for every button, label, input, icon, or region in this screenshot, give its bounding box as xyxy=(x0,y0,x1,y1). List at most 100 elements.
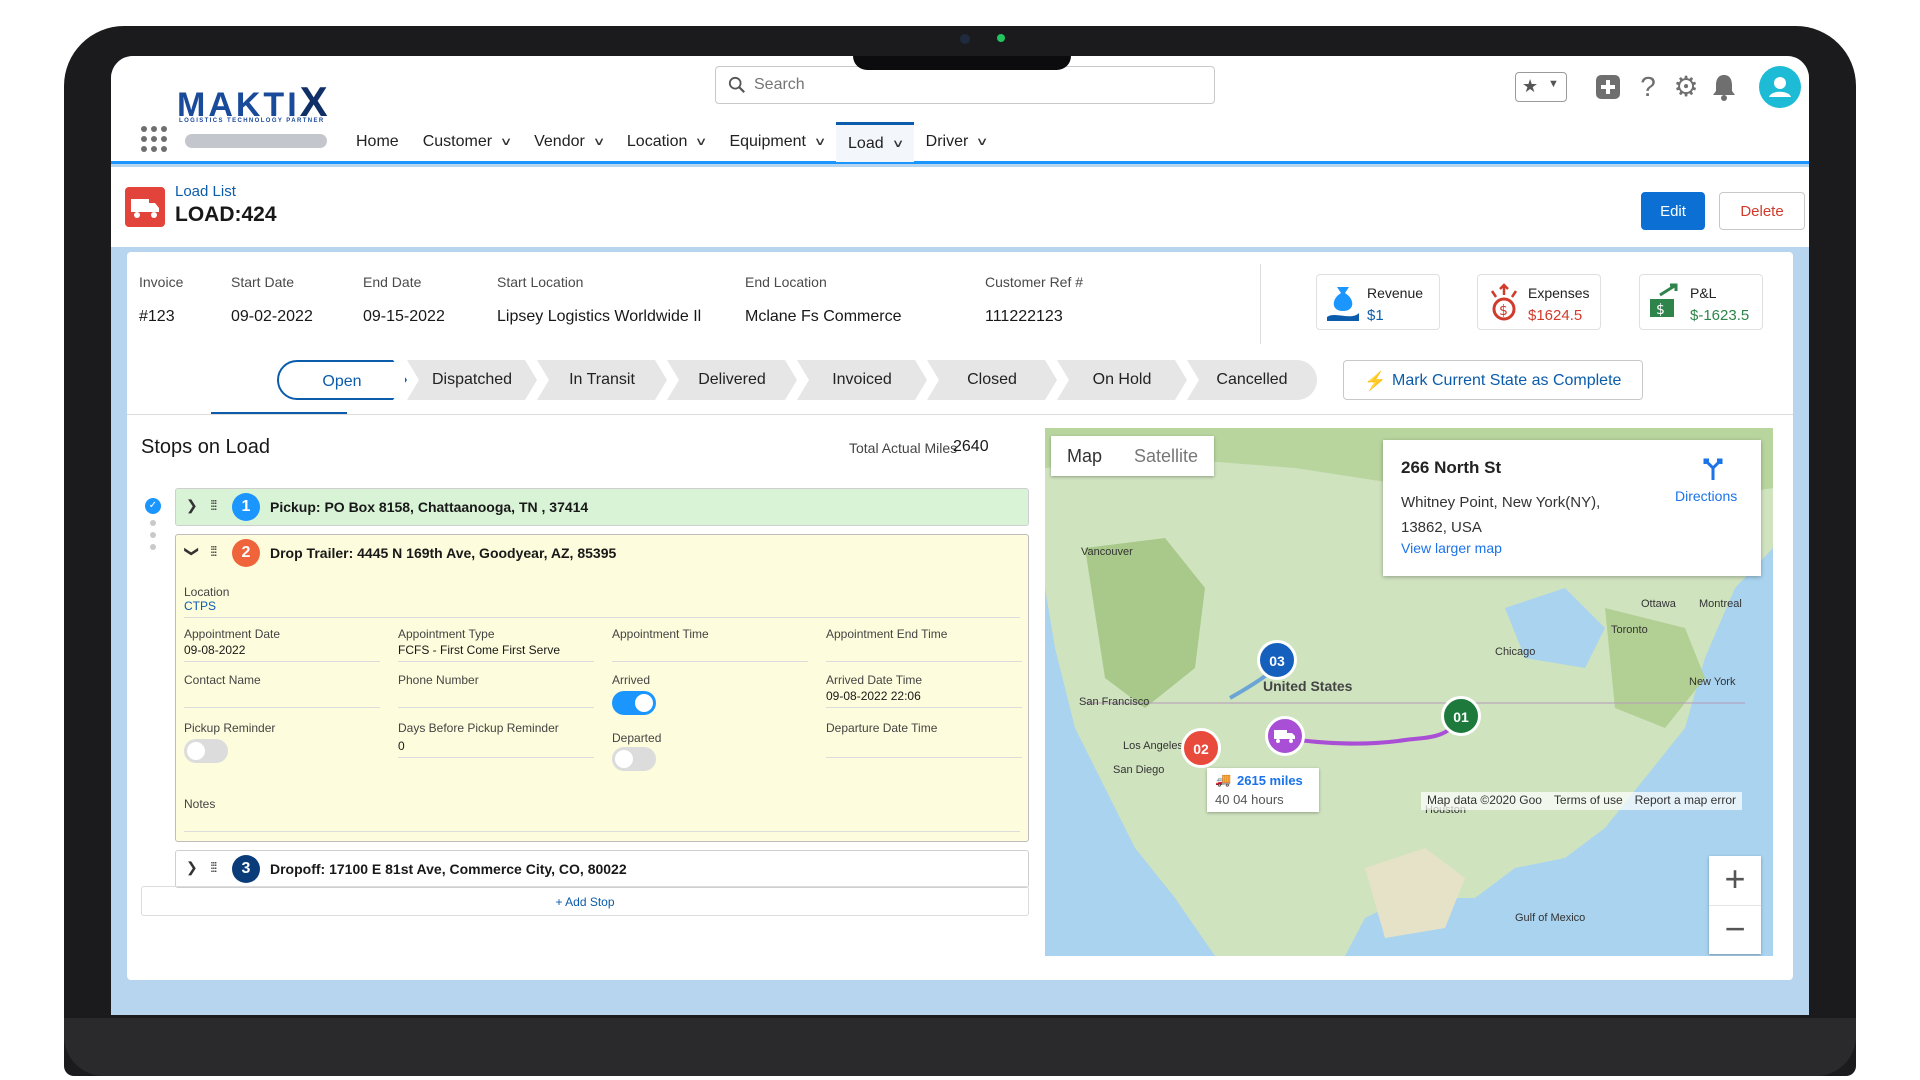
path-step-dispatched[interactable]: Dispatched xyxy=(407,360,537,400)
chevron-down-icon[interactable]: ∨ xyxy=(695,121,708,163)
departed-toggle[interactable] xyxy=(612,747,656,771)
kpi-revenue[interactable]: Revenue $1 xyxy=(1316,274,1440,330)
map-marker-02[interactable]: 02 xyxy=(1181,728,1221,768)
gear-icon[interactable]: ⚙ xyxy=(1669,70,1703,104)
map-label: Toronto xyxy=(1611,624,1648,636)
avatar-icon[interactable] xyxy=(1759,66,1801,108)
path-step-invoiced[interactable]: Invoiced xyxy=(797,360,927,400)
chevron-down-icon: ▼ xyxy=(1548,78,1559,90)
map-label: United States xyxy=(1263,678,1353,694)
field-value: FCFS - First Come First Serve xyxy=(398,643,561,657)
chevron-down-icon[interactable]: ❯ xyxy=(183,546,200,558)
field-label: Days Before Pickup Reminder xyxy=(398,721,559,735)
delete-button[interactable]: Delete xyxy=(1719,192,1805,230)
expense-dollar-icon: $ xyxy=(1490,283,1518,321)
chevron-right-icon[interactable]: ❯ xyxy=(186,859,198,876)
nav-label: Home xyxy=(356,133,399,150)
terms-link[interactable]: Terms of use xyxy=(1554,793,1623,809)
chevron-right-icon[interactable]: ❯ xyxy=(186,497,198,514)
bell-icon[interactable] xyxy=(1707,70,1741,104)
nav-label: Location xyxy=(626,133,688,150)
map-info-popup: 266 North St Whitney Point, New York(NY)… xyxy=(1383,440,1761,576)
directions-icon[interactable] xyxy=(1699,454,1727,482)
chevron-down-icon[interactable]: ∨ xyxy=(500,121,513,163)
mark-complete-button[interactable]: ⚡ Mark Current State as Complete xyxy=(1343,360,1643,400)
map-label: Ottawa xyxy=(1641,598,1676,610)
chevron-down-icon[interactable]: ∨ xyxy=(891,123,904,165)
divider xyxy=(184,617,1020,618)
field-label: Start Location xyxy=(497,274,584,290)
screen-notch xyxy=(853,56,1071,70)
svg-text:$: $ xyxy=(1499,303,1508,319)
map-tab-map[interactable]: Map xyxy=(1051,436,1118,476)
drag-handle-icon[interactable]: ⁞⁞⁞ xyxy=(210,543,218,559)
path-step-closed[interactable]: Closed xyxy=(927,360,1057,400)
location-link[interactable]: CTPS xyxy=(184,599,216,613)
main-nav: Home Customer ∨ Vendor ∨ Location ∨ Equipme… xyxy=(344,122,998,162)
nav-customer[interactable]: Customer ∨ xyxy=(411,122,522,162)
drag-handle-icon[interactable]: ⁞⁞⁞ xyxy=(210,497,218,513)
add-stop-button[interactable]: + Add Stop xyxy=(141,886,1029,916)
global-search[interactable] xyxy=(715,66,1215,104)
map-marker-01[interactable]: 01 xyxy=(1441,696,1481,736)
route-map[interactable]: Map Satellite Vancouver United States Sa… xyxy=(1045,428,1773,956)
map-marker-03[interactable]: 03 xyxy=(1257,640,1297,680)
nav-equipment[interactable]: Equipment ∨ xyxy=(717,122,836,162)
zoom-out-button[interactable]: − xyxy=(1709,905,1761,954)
stop-row[interactable]: ❯ ⁞⁞⁞ 3 Dropoff: 17100 E 81st Ave, Comme… xyxy=(175,850,1029,888)
report-error-link[interactable]: Report a map error xyxy=(1635,793,1736,809)
arrived-toggle[interactable] xyxy=(612,691,656,715)
field-value[interactable]: 0 xyxy=(398,739,405,753)
field-customer-ref: Customer Ref # 111222123 xyxy=(985,274,1205,326)
nav-load[interactable]: Load ∨ xyxy=(836,122,914,162)
app-launcher-icon[interactable] xyxy=(141,126,169,154)
kpi-expenses[interactable]: $ Expenses $1624.5 xyxy=(1477,274,1601,330)
nav-location[interactable]: Location ∨ xyxy=(615,122,718,162)
edit-button[interactable]: Edit xyxy=(1641,192,1705,230)
nav-home[interactable]: Home xyxy=(344,122,411,162)
favorites-button[interactable]: ★ ▼ xyxy=(1515,72,1567,102)
profit-loss-icon: $ xyxy=(1650,283,1678,318)
kpi-pl[interactable]: $ P&L $-1623.5 xyxy=(1639,274,1763,330)
kpi-value: $1 xyxy=(1367,307,1384,324)
path-step-open[interactable]: Open xyxy=(277,360,407,400)
directions-link[interactable]: Directions xyxy=(1675,488,1737,504)
nav-driver[interactable]: Driver ∨ xyxy=(914,122,999,162)
chevron-down-icon[interactable]: ∨ xyxy=(814,121,827,163)
path-step-cancelled[interactable]: Cancelled xyxy=(1187,360,1317,400)
camera-light-icon xyxy=(997,34,1005,42)
nav-vendor[interactable]: Vendor ∨ xyxy=(522,122,615,162)
breadcrumb[interactable]: Load List xyxy=(175,183,236,200)
help-icon[interactable]: ? xyxy=(1631,70,1665,104)
timeline-dot xyxy=(150,544,156,550)
check-icon: ✓ xyxy=(145,498,161,514)
path-step-delivered[interactable]: Delivered xyxy=(667,360,797,400)
chevron-down-icon[interactable]: ∨ xyxy=(592,121,605,163)
path-step-on-hold[interactable]: On Hold xyxy=(1057,360,1187,400)
map-label: San Francisco xyxy=(1079,696,1150,708)
path-step-in-transit[interactable]: In Transit xyxy=(537,360,667,400)
field-label: Departure Date Time xyxy=(826,721,938,735)
field-label: Appointment Date xyxy=(184,627,281,641)
view-larger-map-link[interactable]: View larger map xyxy=(1401,540,1502,556)
chevron-down-icon[interactable]: ∨ xyxy=(976,121,989,163)
stops-title: Stops on Load xyxy=(141,436,270,458)
kpi-label: Expenses xyxy=(1528,285,1590,301)
load-detail-card: Invoice #123 Start Date 09-02-2022 End D… xyxy=(127,252,1793,980)
field-value: Mclane Fs Commerce xyxy=(745,308,902,325)
drag-handle-icon[interactable]: ⁞⁞⁞ xyxy=(210,859,218,875)
field-label: Appointment Type xyxy=(398,627,495,641)
popup-title: 266 North St xyxy=(1401,458,1502,477)
truck-location-icon[interactable] xyxy=(1265,716,1305,756)
timeline-dot xyxy=(150,520,156,526)
logo-tagline: LOGISTICS TECHNOLOGY PARTNER xyxy=(179,118,325,124)
nav-label: Load xyxy=(848,134,884,152)
laptop-base xyxy=(64,1018,1856,1076)
map-tab-satellite[interactable]: Satellite xyxy=(1118,436,1214,476)
zoom-in-button[interactable]: + xyxy=(1709,856,1761,905)
pickup-reminder-toggle[interactable] xyxy=(184,739,228,763)
search-input[interactable] xyxy=(754,73,1194,97)
add-icon[interactable] xyxy=(1591,70,1625,104)
field-label: Departed xyxy=(612,731,662,745)
stop-row[interactable]: ❯ ⁞⁞⁞ 1 Pickup: PO Box 8158, Chattaanoog… xyxy=(175,488,1029,526)
